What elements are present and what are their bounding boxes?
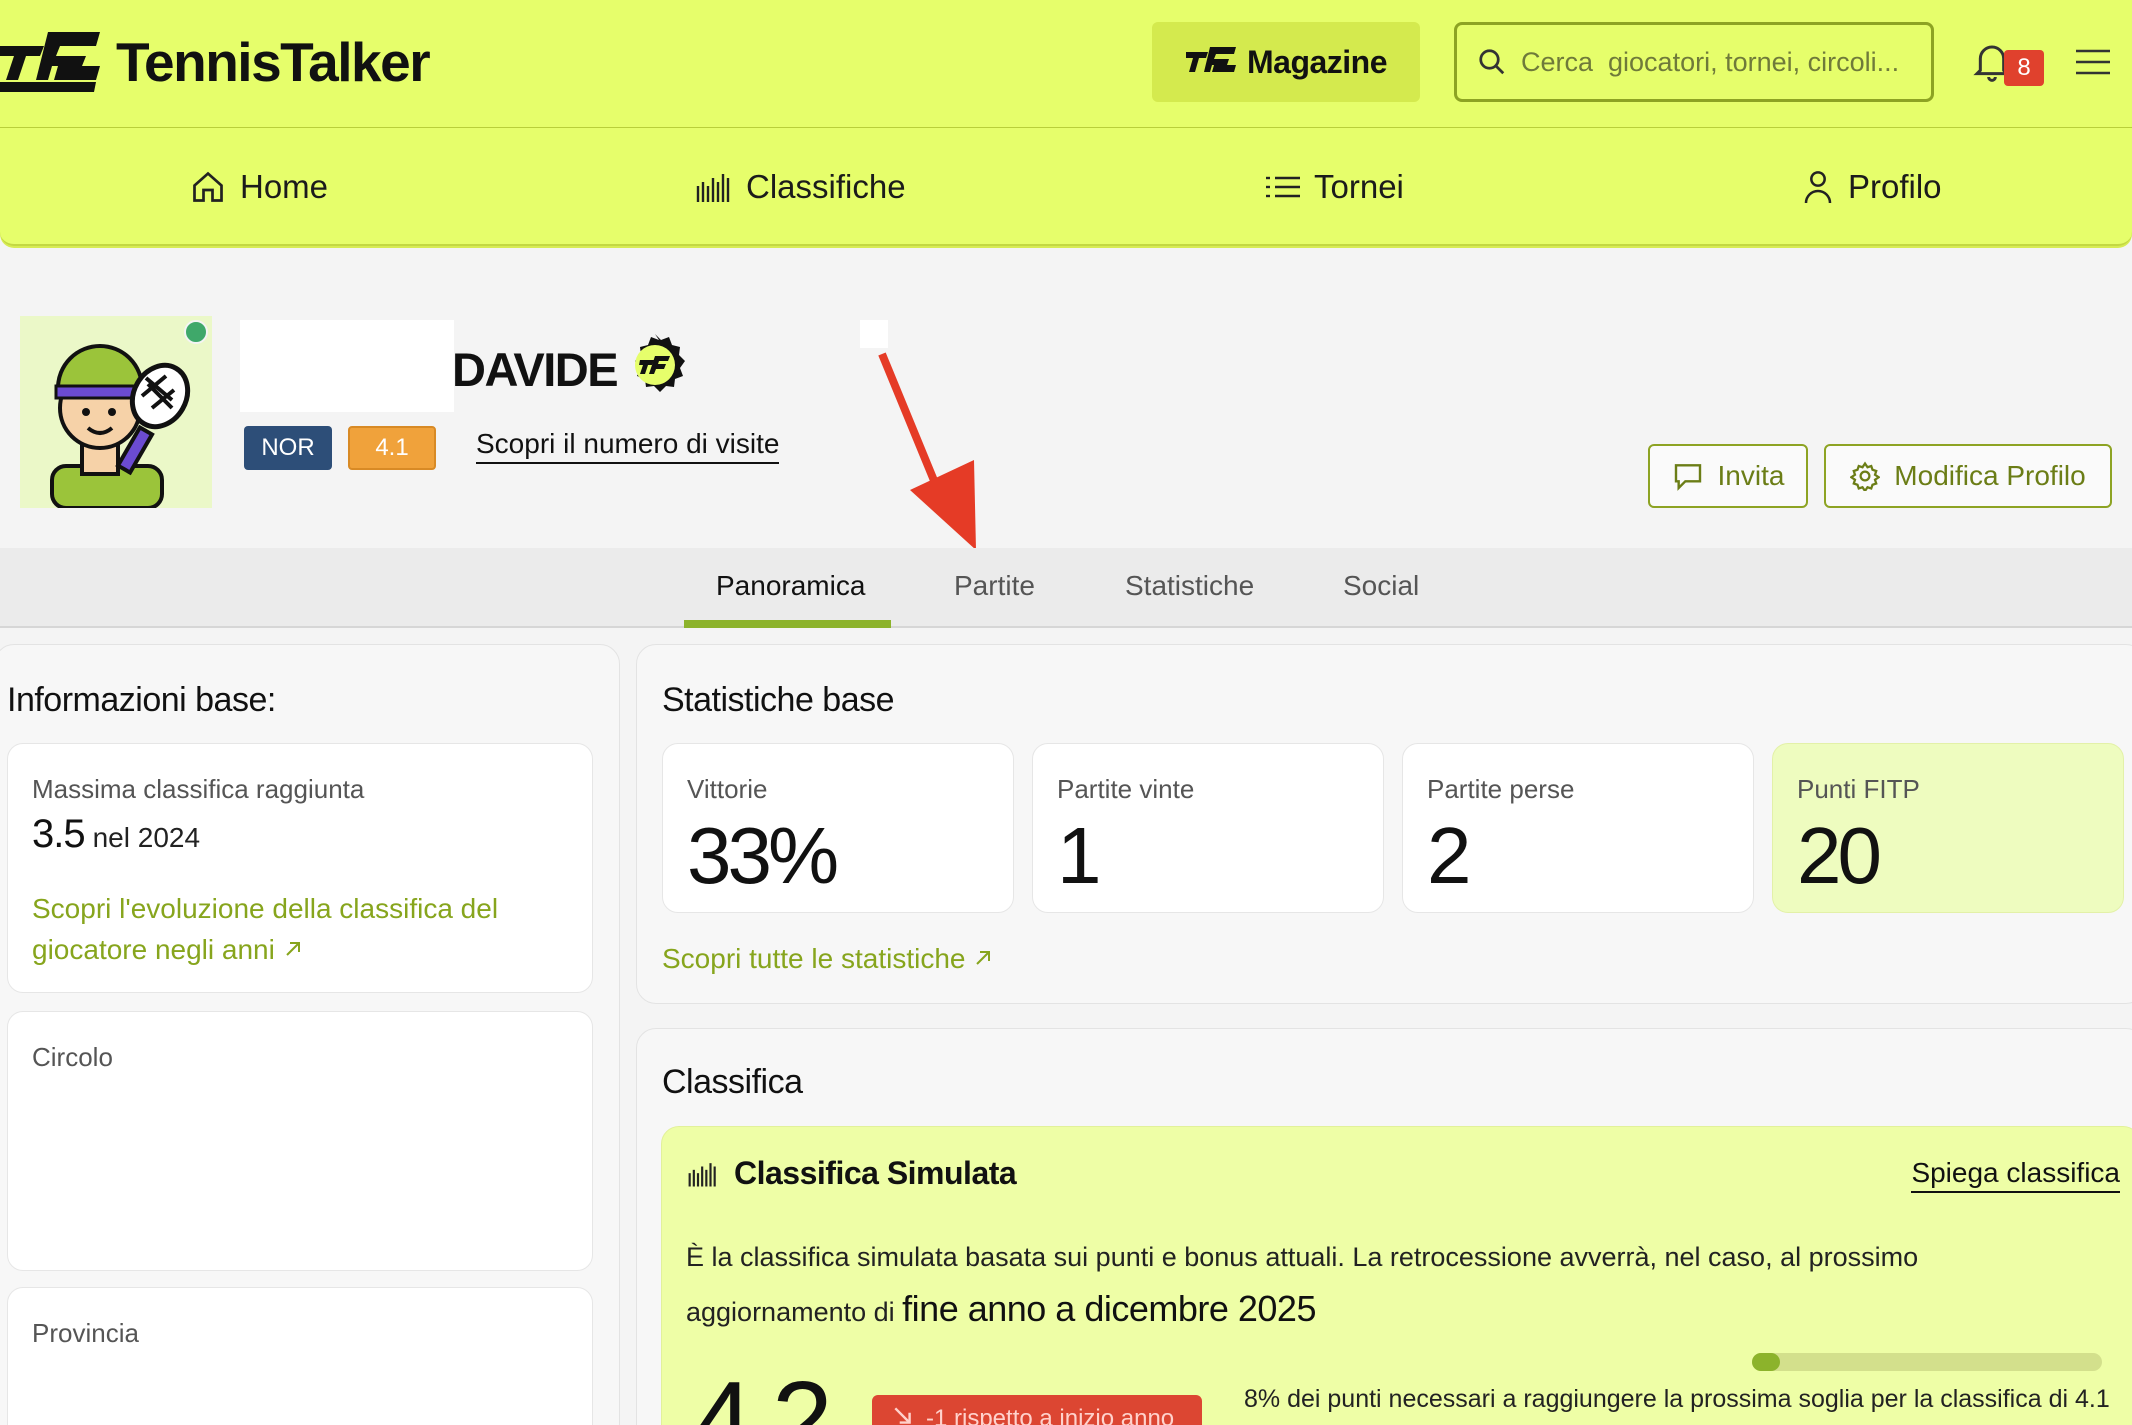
basic-info-title: Informazioni base: xyxy=(7,681,276,719)
nav-item-profilo[interactable]: Profilo xyxy=(1802,162,1942,212)
tab-partite[interactable]: Partite xyxy=(954,570,1035,602)
tab-panoramica[interactable]: Panoramica xyxy=(716,570,865,602)
basic-stats-panel: Statistiche base Vittorie 33% Partite vi… xyxy=(636,644,2132,1004)
active-tab-indicator xyxy=(684,620,891,628)
stat-card-matches-lost: Partite perse 2 xyxy=(1402,743,1754,913)
stat-label: Vittorie xyxy=(687,774,768,804)
explain-ranking-link[interactable]: Spiega classifica xyxy=(1911,1157,2120,1193)
user-icon xyxy=(1804,171,1832,204)
stat-card-matches-won: Partite vinte 1 xyxy=(1032,743,1384,913)
province-label: Provincia xyxy=(32,1318,139,1348)
description-line2-prefix: aggiornamento di xyxy=(686,1297,895,1327)
club-card: Circolo xyxy=(7,1011,593,1271)
type-tag: NOR xyxy=(244,426,332,470)
invite-label: Invita xyxy=(1717,460,1785,491)
simulated-ranking-card: Classifica Simulata Spiega classifica È … xyxy=(661,1126,2132,1425)
ranking-progress-bar xyxy=(1752,1353,2102,1371)
tab-social[interactable]: Social xyxy=(1343,570,1419,602)
stat-value: 20 xyxy=(1797,811,1882,900)
rank-evolution-line2: giocatore negli anni xyxy=(32,934,275,965)
simulated-ranking-description: È la classifica simulata basata sui punt… xyxy=(686,1231,2046,1338)
stat-card-fitp-points: Punti FITP 20 xyxy=(1772,743,2124,913)
top-bar: TennisTalker Magazine 8 xyxy=(0,0,2132,128)
rank-tag: 4.1 xyxy=(348,426,436,470)
tennis-player-avatar-icon xyxy=(50,344,191,510)
nav-item-classifiche[interactable]: Classifiche xyxy=(696,162,906,212)
brand-name: TennisTalker xyxy=(116,31,431,93)
profile-tabs: Panoramica Partite Statistiche Social xyxy=(0,548,2132,628)
ranking-progress-fill xyxy=(1752,1353,1780,1371)
nav-item-label: Classifiche xyxy=(746,168,906,205)
rank-evolution-link[interactable]: Scopri l'evoluzione della classifica del… xyxy=(32,888,498,970)
search-icon xyxy=(1479,49,1505,75)
max-rank-row: 3.5 nel 2024 xyxy=(32,812,200,857)
stat-value: 1 xyxy=(1057,811,1101,900)
max-rank-value: 3.5 xyxy=(32,812,86,856)
stat-value: 33% xyxy=(687,811,839,900)
nav-item-label: Profilo xyxy=(1848,168,1942,205)
menu-icon[interactable] xyxy=(2076,48,2110,76)
description-line1: È la classifica simulata basata sui punt… xyxy=(686,1242,1919,1272)
external-arrow-icon xyxy=(976,951,991,965)
ranking-delta-label: -1 rispetto a inizio anno xyxy=(926,1405,1175,1425)
simulated-ranking-title: Classifica Simulata xyxy=(734,1155,1017,1191)
verified-badge-icon xyxy=(635,334,685,392)
red-arrow-annotation xyxy=(878,352,976,550)
stat-value: 2 xyxy=(1427,811,1471,900)
logo[interactable]: TennisTalker xyxy=(0,30,431,94)
nav-item-tornei[interactable]: Tornei xyxy=(1266,162,1404,212)
max-rank-year: nel 2024 xyxy=(92,822,201,853)
club-label: Circolo xyxy=(32,1042,113,1072)
invite-button[interactable]: Invita xyxy=(1648,444,1808,508)
ranking-progress-text: 8% dei punti necessari a raggiungere la … xyxy=(1244,1385,2110,1413)
bars-icon xyxy=(688,1163,716,1187)
all-stats-link[interactable]: Scopri tutte le statistiche xyxy=(662,943,993,975)
redacted-name xyxy=(240,320,454,412)
search-input[interactable] xyxy=(1521,46,1921,78)
stat-label: Partite vinte xyxy=(1057,774,1195,804)
external-arrow-icon xyxy=(285,942,300,956)
trend-down-icon xyxy=(894,1407,911,1424)
main-nav: Home Classifiche Tornei Profilo xyxy=(0,128,2132,246)
magazine-label: Magazine xyxy=(1246,43,1388,80)
redacted-mark xyxy=(860,320,888,348)
stat-label: Punti FITP xyxy=(1797,774,1920,804)
simulated-ranking-value: 4.2 xyxy=(692,1359,833,1425)
notification-badge[interactable]: 8 xyxy=(2004,50,2044,86)
gear-icon xyxy=(1850,461,1881,491)
all-stats-label: Scopri tutte le statistiche xyxy=(662,943,966,974)
chat-icon xyxy=(1674,464,1701,491)
province-card: Provincia xyxy=(7,1287,593,1425)
basic-stats-title: Statistiche base xyxy=(662,681,895,719)
player-name: DAVIDE xyxy=(452,343,619,396)
online-status-dot xyxy=(184,320,208,344)
tab-statistiche[interactable]: Statistiche xyxy=(1125,570,1254,602)
max-rank-card: Massima classifica raggiunta 3.5 nel 202… xyxy=(7,743,593,993)
nav-item-home[interactable]: Home xyxy=(190,162,328,212)
nav-item-label: Tornei xyxy=(1314,168,1404,205)
ranking-title: Classifica xyxy=(662,1063,803,1101)
list-icon xyxy=(1266,176,1300,198)
bars-icon xyxy=(696,174,730,202)
profile-header: DAVIDE NOR 4.1 Scopri il numero di visit… xyxy=(0,276,2132,550)
stat-card-wins-pct: Vittorie 33% xyxy=(662,743,1014,913)
description-line2-strong: fine anno a dicembre 2025 xyxy=(902,1288,1316,1329)
search-box[interactable] xyxy=(1454,22,1934,102)
visits-link[interactable]: Scopri il numero di visite xyxy=(476,428,780,464)
home-icon xyxy=(193,171,223,202)
brand-logo-icon xyxy=(0,32,100,92)
edit-profile-button[interactable]: Modifica Profilo xyxy=(1824,444,2112,508)
basic-info-panel: Informazioni base: Massima classifica ra… xyxy=(0,644,620,1425)
stat-label: Partite perse xyxy=(1427,774,1575,804)
magazine-button[interactable]: Magazine xyxy=(1152,22,1420,102)
edit-profile-label: Modifica Profilo xyxy=(1894,460,2086,491)
nav-item-label: Home xyxy=(240,168,329,205)
magazine-logo-icon xyxy=(1185,47,1236,72)
max-rank-label: Massima classifica raggiunta xyxy=(32,774,365,804)
ranking-delta-badge: -1 rispetto a inizio anno xyxy=(872,1395,1202,1425)
rank-evolution-line1: Scopri l'evoluzione della classifica del xyxy=(32,893,499,924)
avatar[interactable] xyxy=(20,316,212,510)
